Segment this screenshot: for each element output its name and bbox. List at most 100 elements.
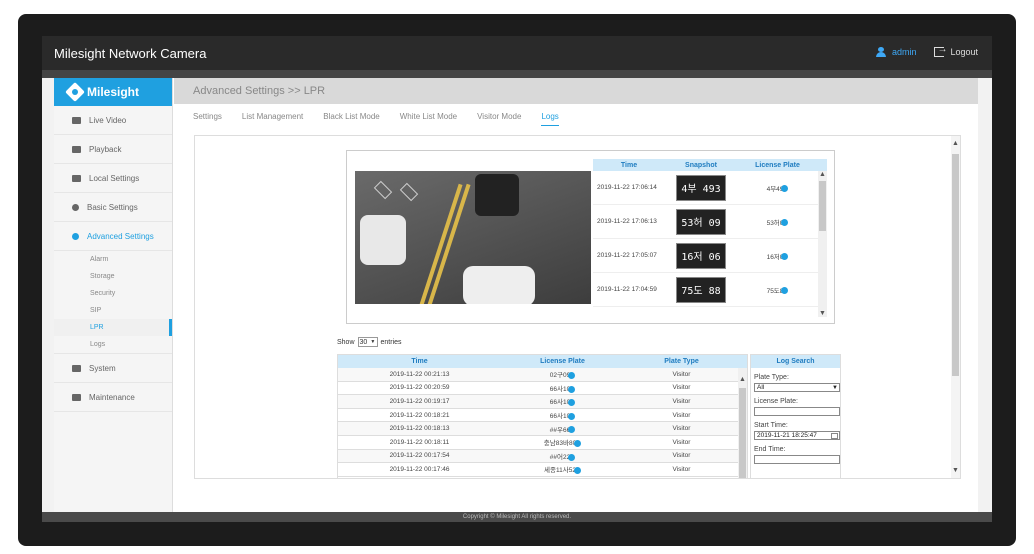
dot-icon [781, 219, 789, 227]
user-icon [875, 47, 886, 57]
table-row[interactable]: 2019-11-22 17:04:59 75도 88 75도8 [593, 273, 827, 307]
main-content: Advanced Settings >> LPR Settings List M… [174, 78, 978, 512]
video-camera-icon [72, 116, 81, 124]
chevron-down-icon: ▼ [832, 384, 838, 391]
log-search-title: Log Search [751, 355, 840, 368]
toolbox-icon [72, 393, 81, 401]
tab-white-list-mode[interactable]: White List Mode [400, 112, 457, 126]
sidebar-item-maintenance[interactable]: Maintenance [54, 383, 172, 412]
sidebar-item-label: System [89, 363, 116, 373]
scroll-thumb[interactable] [952, 154, 959, 376]
user-link[interactable]: admin [892, 47, 917, 57]
sidebar-item-label: Advanced Settings [87, 231, 154, 241]
tab-visitor-mode[interactable]: Visitor Mode [477, 112, 521, 126]
dot-icon [568, 426, 576, 434]
header-divider [42, 70, 992, 78]
column-header-time[interactable]: Time [338, 355, 501, 368]
table-row[interactable]: 2019-11-22 00:21:13 02구09 Visitor [338, 368, 747, 382]
live-snapshot-box: Time Snapshot License Plate 2019-11-22 1… [346, 150, 835, 324]
column-header-plate-type[interactable]: Plate Type [624, 355, 739, 368]
snapshot-scrollbar[interactable]: ▲ ▼ [818, 171, 827, 317]
table-row[interactable]: 2019-11-22 00:17:54 ##어22 Visitor [338, 449, 747, 464]
scroll-up-icon[interactable]: ▲ [739, 376, 746, 383]
scroll-down-icon[interactable]: ▼ [819, 310, 826, 317]
dot-icon [568, 372, 576, 380]
logs-panel: ▲ ▼ Time Snapshot License Plate 2019-11-… [194, 135, 961, 479]
log-search-panel: Log Search Plate Type: All ▼ License Pla… [750, 354, 841, 479]
tab-logs[interactable]: Logs [541, 112, 559, 126]
show-entries: Show 30 ▼ entries [337, 337, 402, 347]
tab-settings[interactable]: Settings [193, 112, 222, 126]
table-row[interactable]: 2019-11-22 17:06:14 4부 493 4부49 [593, 171, 827, 205]
log-table: Time License Plate Plate Type 2019-11-22… [337, 354, 748, 479]
sidebar-item-label: Maintenance [89, 392, 135, 402]
plate-type-label: Plate Type: [754, 374, 789, 381]
log-table-scrollbar[interactable]: ▲ [738, 368, 747, 478]
brand-logo: Milesight [54, 78, 172, 106]
top-bar: Milesight Network Camera admin Logout [42, 36, 992, 70]
milesight-logo-icon [65, 82, 85, 102]
end-time-label: End Time: [754, 446, 786, 453]
plate-snapshot: 16저 06 [676, 242, 726, 269]
tab-black-list-mode[interactable]: Black List Mode [323, 112, 379, 126]
submenu-storage[interactable]: Storage [54, 268, 172, 285]
table-row[interactable]: 2019-11-22 17:05:07 16저 06 16저0 [593, 239, 827, 273]
playback-icon [72, 145, 81, 153]
dot-icon [573, 467, 581, 475]
sidebar-item-live-video[interactable]: Live Video [54, 106, 172, 135]
table-row[interactable]: 2019-11-22 00:18:11 충남83바80 Visitor [338, 436, 747, 450]
tab-list-management[interactable]: List Management [242, 112, 303, 126]
logout-link[interactable]: Logout [950, 47, 978, 57]
table-row[interactable]: 2019-11-22 17:06:13 53허 09 53허0 [593, 205, 827, 239]
dot-icon [568, 385, 576, 393]
footer: Copyright © Milesight All rights reserve… [42, 512, 992, 522]
user-area: admin Logout [875, 44, 978, 57]
scroll-up-icon[interactable]: ▲ [952, 140, 959, 147]
submenu-logs[interactable]: Logs [54, 336, 172, 353]
plate-snapshot: 75도 88 [676, 276, 726, 303]
sidebar-item-label: Live Video [89, 115, 127, 125]
column-header-license-plate[interactable]: License Plate [501, 355, 624, 368]
sidebar-item-advanced-settings[interactable]: Advanced Settings [54, 222, 172, 251]
plate-type-select[interactable]: All ▼ [754, 383, 840, 392]
link-icon [72, 232, 79, 240]
sidebar-item-label: Basic Settings [87, 202, 138, 212]
folder-icon [72, 174, 81, 182]
scroll-up-icon[interactable]: ▲ [819, 171, 826, 178]
page: Milesight Live Video Playback Local Sett… [54, 78, 978, 512]
scroll-down-icon[interactable]: ▼ [952, 467, 959, 474]
sidebar-item-playback[interactable]: Playback [54, 135, 172, 164]
table-row[interactable]: 2019-11-22 00:19:17 66사10 Visitor [338, 395, 747, 409]
column-header-snapshot: Snapshot [685, 161, 717, 169]
logo-text: Milesight [87, 85, 140, 99]
sidebar-item-local-settings[interactable]: Local Settings [54, 164, 172, 193]
submenu-lpr[interactable]: LPR [54, 319, 172, 336]
sidebar-item-system[interactable]: System [54, 354, 172, 383]
calendar-icon[interactable] [831, 432, 838, 439]
submenu-security[interactable]: Security [54, 285, 172, 302]
plate-snapshot: 53허 09 [676, 208, 726, 235]
end-time-input[interactable] [754, 455, 840, 464]
app-window: Milesight Network Camera admin Logout Mi… [42, 36, 992, 522]
submenu-alarm[interactable]: Alarm [54, 251, 172, 268]
plate-snapshot: 4부 493 [676, 174, 726, 201]
start-time-input[interactable]: 2019-11-21 18:25:47 [754, 431, 840, 440]
table-row[interactable]: 2019-11-22 00:18:13 ##우66 Visitor [338, 422, 747, 436]
scroll-thumb[interactable] [739, 388, 746, 478]
dot-icon [568, 412, 576, 420]
sidebar-item-label: Local Settings [89, 173, 140, 183]
entries-select[interactable]: 30 ▼ [357, 337, 378, 347]
table-row[interactable]: 2019-11-22 00:20:59 66사10 Visitor [338, 382, 747, 396]
table-row[interactable]: 2019-11-22 00:17:46 세종11사52 Visitor [338, 463, 747, 477]
breadcrumb: Advanced Settings >> LPR [174, 78, 978, 104]
submenu-sip[interactable]: SIP [54, 302, 172, 319]
license-plate-input[interactable] [754, 407, 840, 416]
logout-icon[interactable] [934, 44, 947, 57]
sidebar-item-basic-settings[interactable]: Basic Settings [54, 193, 172, 222]
dot-icon [568, 453, 576, 461]
panel-scrollbar[interactable]: ▲ ▼ [951, 136, 960, 478]
table-row[interactable]: 2019-11-22 00:18:21 66사10 Visitor [338, 409, 747, 423]
dot-icon [781, 287, 789, 295]
dot-icon [781, 253, 789, 261]
scroll-thumb[interactable] [819, 181, 826, 231]
